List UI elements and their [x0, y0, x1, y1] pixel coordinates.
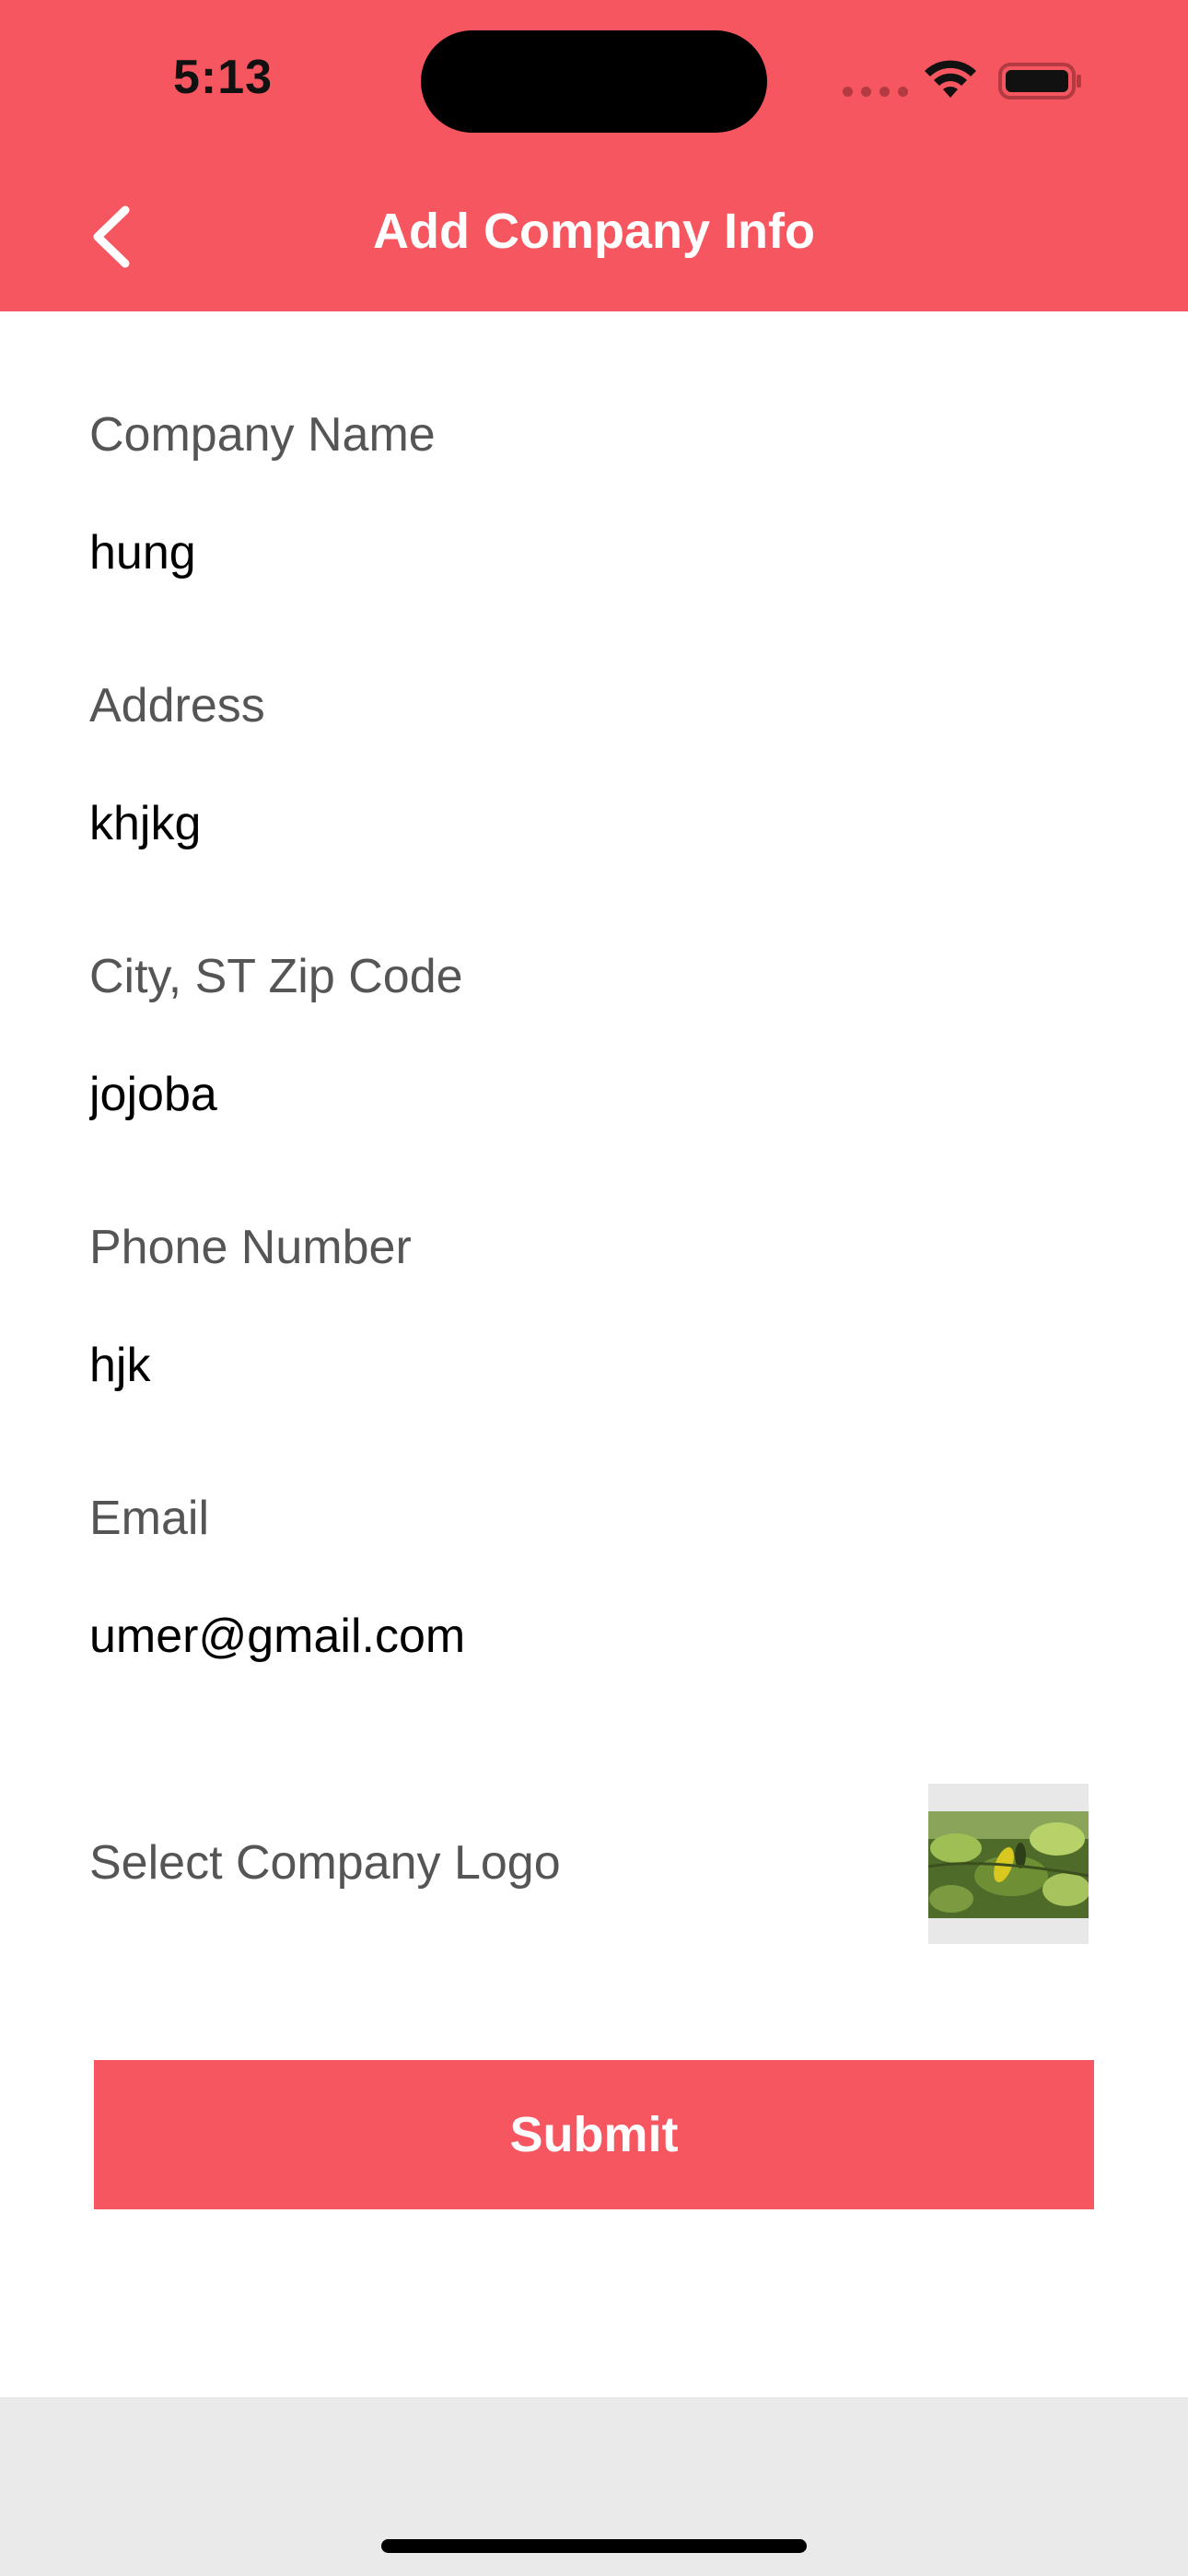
- home-indicator[interactable]: [381, 2539, 807, 2553]
- address-label: Address: [89, 679, 265, 732]
- email-input[interactable]: [89, 1599, 1102, 1673]
- email-label: Email: [89, 1492, 210, 1545]
- dynamic-island: [421, 30, 767, 133]
- city-state-zip-label: City, ST Zip Code: [89, 950, 463, 1003]
- select-logo-label: Select Company Logo: [89, 1836, 561, 1890]
- cellular-signal-icon: [843, 87, 908, 97]
- submit-button[interactable]: Submit: [94, 2060, 1094, 2209]
- phone-number-label: Phone Number: [89, 1221, 412, 1274]
- status-time: 5:13: [173, 51, 274, 104]
- logo-image: [928, 1811, 1089, 1918]
- wifi-icon: [925, 60, 976, 98]
- battery-icon: [998, 63, 1081, 100]
- company-logo-thumbnail[interactable]: [928, 1784, 1089, 1944]
- address-input[interactable]: [89, 787, 1102, 861]
- company-name-input[interactable]: [89, 516, 1102, 590]
- phone-number-input[interactable]: [89, 1329, 1102, 1402]
- app-header: 5:13 Add Company Info: [0, 0, 1188, 311]
- city-state-zip-input[interactable]: [89, 1058, 1102, 1131]
- page-title: Add Company Info: [373, 204, 815, 259]
- company-name-label: Company Name: [89, 408, 436, 462]
